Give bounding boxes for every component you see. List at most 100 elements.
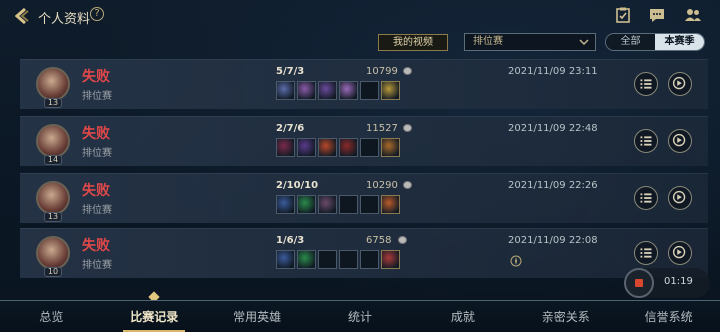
empty-item-slot: [339, 195, 358, 214]
compass-icon: [510, 255, 522, 267]
empty-item-slot: [360, 195, 379, 214]
chat-icon[interactable]: [648, 6, 666, 24]
list-icon: [640, 193, 652, 203]
chevron-down-icon: [579, 39, 589, 46]
gold-amount: 6758: [366, 235, 392, 246]
nav-achievements[interactable]: 成就: [411, 301, 514, 332]
task-icon[interactable]: [614, 6, 632, 24]
item-slot: [297, 250, 316, 269]
item-slot: [276, 81, 295, 100]
item-build: [276, 138, 400, 157]
champion-level: 10: [44, 267, 62, 277]
item-slot: [297, 81, 316, 100]
list-icon: [640, 79, 652, 89]
match-row[interactable]: 10 失败 排位赛 1/6/3 6758 2021/11/09 22:08: [20, 228, 708, 278]
match-row[interactable]: 13 失败 排位赛 2/10/10 10290 2021/11/09 22:26: [20, 173, 708, 223]
match-date: 2021/11/09 22:26: [508, 180, 598, 191]
nav-favorite-champions[interactable]: 常用英雄: [206, 301, 309, 332]
champion-avatar: [36, 236, 70, 270]
gold-icon: [403, 181, 412, 189]
kda: 1/6/3: [276, 235, 305, 246]
nav-stats[interactable]: 统计: [309, 301, 412, 332]
replay-icon: [672, 76, 686, 90]
match-mode: 排位赛: [82, 260, 112, 271]
bottom-nav: 总览 比赛记录 常用英雄 统计 成就 亲密关系 信誉系统: [0, 300, 720, 332]
help-icon[interactable]: ?: [90, 7, 104, 21]
match-mode: 排位赛: [82, 91, 112, 102]
match-date: 2021/11/09 22:08: [508, 235, 598, 246]
details-list-button[interactable]: [634, 241, 658, 265]
item-slot: [297, 138, 316, 157]
kda: 5/7/3: [276, 66, 305, 77]
kda: 2/10/10: [276, 180, 319, 191]
champion-avatar: [36, 124, 70, 158]
my-videos-button[interactable]: 我的视频: [378, 34, 448, 51]
champion-avatar: [36, 181, 70, 215]
kda: 2/7/6: [276, 123, 305, 134]
champion-level: 13: [44, 212, 62, 222]
match-date: 2021/11/09 23:11: [508, 66, 598, 77]
match-result: 失败: [82, 183, 110, 199]
champion-avatar: [36, 67, 70, 101]
item-slot: [318, 81, 337, 100]
match-row[interactable]: 13 失败 排位赛 5/7/3 10799 2021/11/09 23:11: [20, 59, 708, 109]
tab-all-seasons[interactable]: 全部: [606, 34, 655, 50]
back-icon[interactable]: [12, 6, 32, 26]
replay-icon: [672, 190, 686, 204]
item-slot: [318, 195, 337, 214]
details-list-button[interactable]: [634, 129, 658, 153]
empty-item-slot: [318, 250, 337, 269]
item-slot: [381, 195, 400, 214]
stop-record-icon[interactable]: [624, 268, 654, 298]
item-build: [276, 250, 400, 269]
replay-button[interactable]: [668, 186, 692, 210]
champion-level: 14: [44, 155, 62, 165]
item-slot: [318, 138, 337, 157]
item-slot: [339, 138, 358, 157]
queue-select-value: 排位赛: [473, 36, 503, 47]
item-slot: [276, 195, 295, 214]
gold-amount: 11527: [366, 123, 398, 134]
replay-icon: [672, 133, 686, 147]
season-toggle: 全部 本赛季: [605, 33, 705, 51]
item-slot: [297, 195, 316, 214]
top-header: 个人资料 ?: [0, 0, 720, 32]
item-slot: [381, 81, 400, 100]
gold-amount: 10799: [366, 66, 398, 77]
champion-level: 13: [44, 98, 62, 108]
details-list-button[interactable]: [634, 186, 658, 210]
match-result: 失败: [82, 238, 110, 254]
replay-button[interactable]: [668, 72, 692, 96]
match-result: 失败: [82, 69, 110, 85]
gold-icon: [403, 124, 412, 132]
replay-button[interactable]: [668, 241, 692, 265]
list-icon: [640, 248, 652, 258]
item-build: [276, 195, 400, 214]
match-date: 2021/11/09 22:48: [508, 123, 598, 134]
replay-icon: [672, 245, 686, 259]
empty-item-slot: [360, 81, 379, 100]
page-title: 个人资料: [38, 12, 91, 27]
details-list-button[interactable]: [634, 72, 658, 96]
item-slot: [276, 138, 295, 157]
empty-item-slot: [360, 138, 379, 157]
item-build: [276, 81, 400, 100]
item-slot: [381, 138, 400, 157]
nav-relationships[interactable]: 亲密关系: [514, 301, 617, 332]
replay-button[interactable]: [668, 129, 692, 153]
recording-time: 01:19: [664, 276, 693, 287]
match-row[interactable]: 14 失败 排位赛 2/7/6 11527 2021/11/09 22:48: [20, 116, 708, 166]
nav-overview[interactable]: 总览: [0, 301, 103, 332]
item-slot: [381, 250, 400, 269]
nav-honor-system[interactable]: 信誉系统: [617, 301, 720, 332]
tab-this-season[interactable]: 本赛季: [655, 34, 704, 50]
list-icon: [640, 136, 652, 146]
queue-select[interactable]: 排位赛: [464, 33, 596, 51]
match-mode: 排位赛: [82, 148, 112, 159]
nav-match-history[interactable]: 比赛记录: [103, 301, 206, 332]
friends-icon[interactable]: [684, 6, 702, 24]
empty-item-slot: [360, 250, 379, 269]
recording-widget[interactable]: 01:19: [624, 268, 710, 298]
match-result: 失败: [82, 126, 110, 142]
match-mode: 排位赛: [82, 205, 112, 216]
